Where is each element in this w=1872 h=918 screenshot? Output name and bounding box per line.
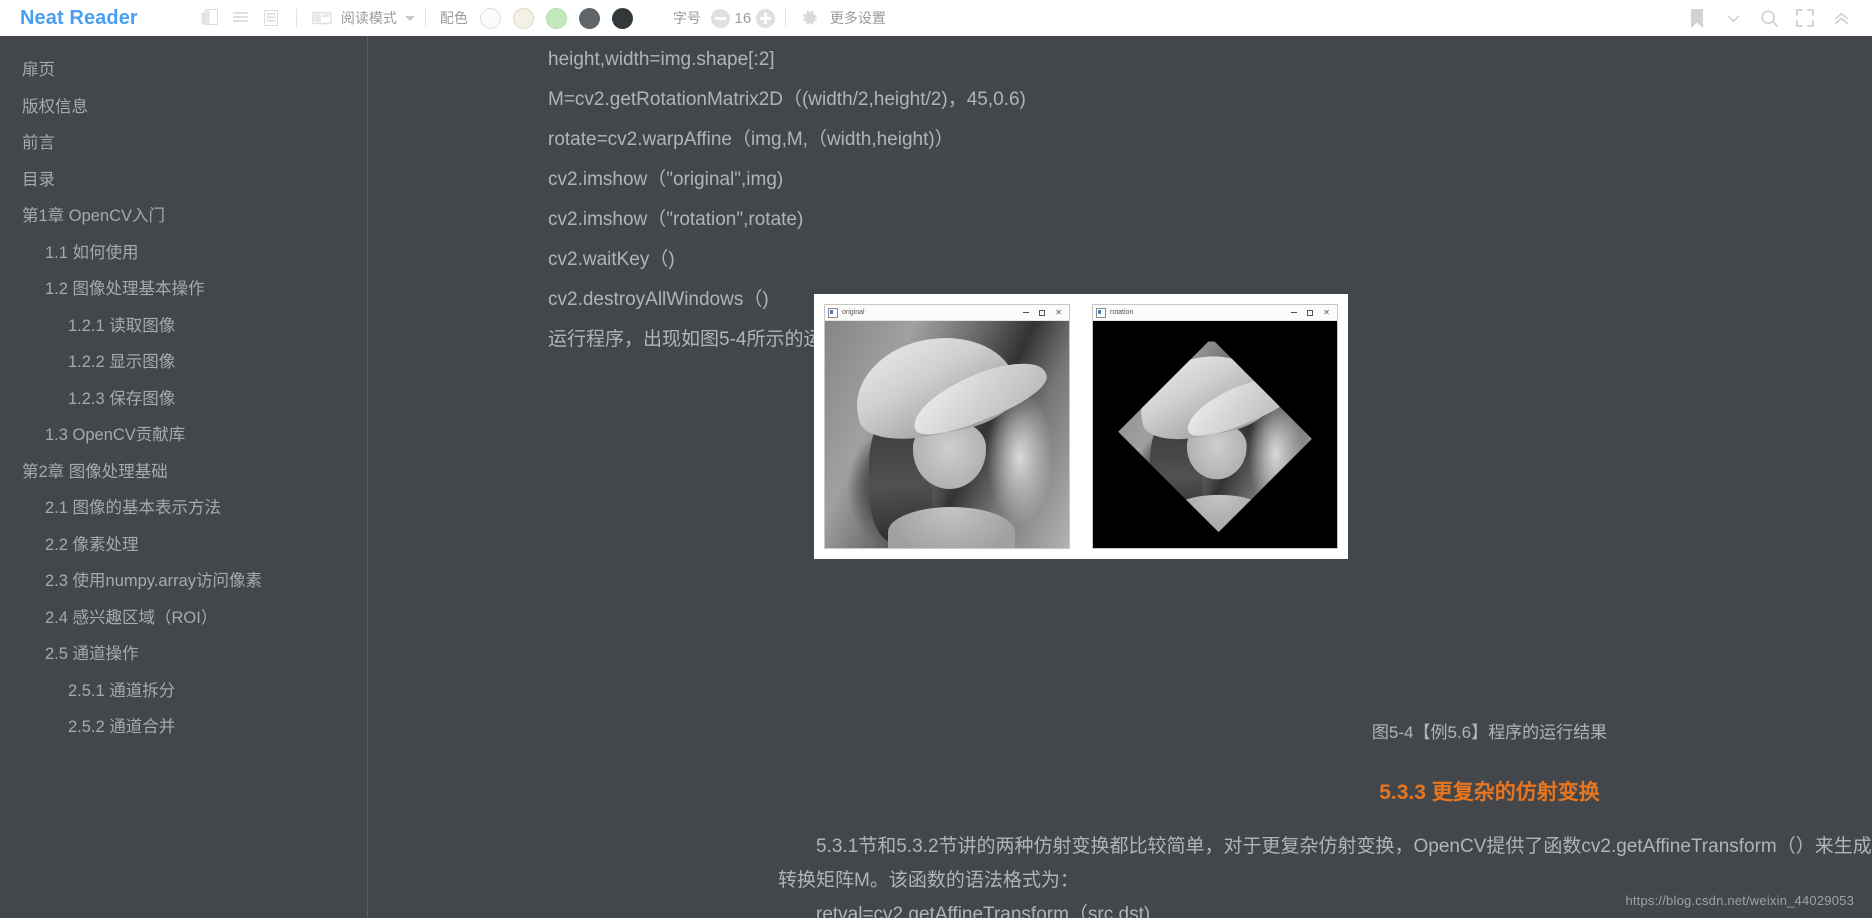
lena-shoulder [1166, 494, 1272, 532]
toc-item-9[interactable]: 1.2.3 保存图像 [0, 381, 367, 418]
toc-item-0[interactable]: 扉页 [0, 52, 367, 89]
toc-item-13[interactable]: 2.2 像素处理 [0, 527, 367, 564]
list-lines-icon[interactable] [226, 5, 256, 31]
opencv-window-original: original ✕ [824, 304, 1070, 549]
paragraph-1: 5.3.1节和5.3.2节讲的两种仿射变换都比较简单，对于更复杂仿射变换，Ope… [778, 836, 1872, 891]
lena-shoulder [888, 507, 1016, 548]
opencv-window-rotation: rotation ✕ [1092, 304, 1338, 549]
book-content-pane: height,width=img.shape[:2] M=cv2.getRota… [369, 36, 1872, 918]
swatch-theme-gray[interactable] [578, 7, 600, 29]
font-size-group: 字号 16 [669, 8, 775, 28]
section-heading: 5.3.3 更复杂的仿射变换 [1379, 781, 1600, 804]
more-settings-control[interactable]: 更多设置 [796, 5, 886, 31]
reading-mode-control[interactable]: 阅读模式 [307, 5, 415, 31]
toc-item-17[interactable]: 2.5.1 通道拆分 [0, 673, 367, 710]
code-line-0: height,width=img.shape[:2] [548, 49, 775, 70]
minimize-icon[interactable] [1023, 312, 1030, 313]
toc-item-2[interactable]: 前言 [0, 125, 367, 162]
swatch-theme-dark[interactable] [611, 7, 633, 29]
gear-icon[interactable] [796, 5, 826, 31]
reading-mode-label: 阅读模式 [340, 10, 397, 26]
color-scheme-group: 配色 [436, 7, 633, 29]
window-canvas-rotation [1093, 321, 1337, 548]
color-scheme-label: 配色 [439, 10, 468, 26]
book-stack-icon[interactable] [196, 5, 226, 31]
python-app-icon [828, 307, 838, 318]
toc-item-4[interactable]: 第1章 OpenCV入门 [0, 198, 367, 235]
chevron-down-icon[interactable] [404, 15, 415, 21]
search-icon[interactable] [1752, 4, 1786, 32]
view-mode-group [196, 5, 286, 31]
python-app-icon [1096, 307, 1106, 318]
split-layout-icon[interactable] [307, 5, 337, 31]
window-title-rotation: rotation [1110, 309, 1134, 316]
toolbar-divider-1 [295, 9, 297, 27]
figure-opencv-result: original ✕ rotation ✕ [814, 294, 1348, 559]
rotated-image [1118, 338, 1312, 532]
toc-item-7[interactable]: 1.2.1 读取图像 [0, 308, 367, 345]
code-line-4: cv2.imshow（"rotation",rotate) [548, 209, 804, 230]
toc-item-8[interactable]: 1.2.2 显示图像 [0, 344, 367, 381]
figure-caption: 图5-4【例5.6】程序的运行结果 [1371, 723, 1608, 742]
window-titlebar: original ✕ [825, 305, 1069, 321]
toc-item-18[interactable]: 2.5.2 通道合并 [0, 709, 367, 746]
rotated-image-inner [1118, 341, 1312, 532]
window-controls: ✕ [1291, 308, 1334, 317]
font-size-label: 字号 [672, 10, 701, 26]
neat-reader-window: Neat Reader 阅读模式 配色 字号 16 更多设置 扉页 版权信息 前… [0, 0, 1872, 918]
toc-item-16[interactable]: 2.5 通道操作 [0, 636, 367, 673]
toolbar-divider-3 [784, 9, 786, 27]
toolbar-divider-2 [424, 9, 426, 27]
toc-item-6[interactable]: 1.2 图像处理基本操作 [0, 271, 367, 308]
font-size-decrease-button[interactable] [710, 8, 730, 28]
code-line-2: rotate=cv2.warpAffine（img,M,（width,heigh… [548, 129, 954, 150]
close-icon[interactable]: ✕ [1055, 308, 1062, 317]
more-settings-label: 更多设置 [829, 10, 886, 26]
code-line-5: cv2.waitKey（) [548, 249, 675, 270]
font-size-value: 16 [734, 9, 752, 27]
top-toolbar: Neat Reader 阅读模式 配色 字号 16 更多设置 [0, 0, 1872, 36]
code-line-1: M=cv2.getRotationMatrix2D（(width/2,heigh… [548, 89, 1026, 110]
toolbar-right-icons [1680, 4, 1858, 32]
fullscreen-icon[interactable] [1788, 4, 1822, 32]
code-line-3: cv2.imshow（"original",img) [548, 169, 784, 190]
maximize-icon[interactable] [1307, 309, 1314, 316]
swatch-theme-green[interactable] [545, 7, 567, 29]
toc-item-10[interactable]: 1.3 OpenCV贡献库 [0, 417, 367, 454]
window-canvas-original [825, 321, 1069, 548]
window-title-original: original [842, 309, 865, 316]
minimize-icon[interactable] [1291, 312, 1298, 313]
swatch-theme-cream[interactable] [512, 7, 534, 29]
window-titlebar: rotation ✕ [1093, 305, 1337, 321]
toc-item-14[interactable]: 2.3 使用numpy.array访问像素 [0, 563, 367, 600]
maximize-icon[interactable] [1039, 309, 1046, 316]
toc-item-3[interactable]: 目录 [0, 162, 367, 199]
watermark: https://blog.csdn.net/weixin_44029053 [1625, 893, 1854, 908]
window-controls: ✕ [1023, 308, 1066, 317]
app-brand: Neat Reader [20, 6, 138, 29]
toc-item-11[interactable]: 第2章 图像处理基础 [0, 454, 367, 491]
collapse-up-icon[interactable] [1824, 4, 1858, 32]
toc-item-1[interactable]: 版权信息 [0, 89, 367, 126]
bookmark-icon[interactable] [1680, 4, 1714, 32]
chevron-down-icon[interactable] [1716, 4, 1750, 32]
toc-item-15[interactable]: 2.4 感兴趣区域（ROI） [0, 600, 367, 637]
toc-item-12[interactable]: 2.1 图像的基本表示方法 [0, 490, 367, 527]
close-icon[interactable]: ✕ [1323, 308, 1330, 317]
toc-item-5[interactable]: 1.1 如何使用 [0, 235, 367, 272]
swatch-theme-white[interactable] [479, 7, 501, 29]
table-of-contents-sidebar[interactable]: 扉页 版权信息 前言 目录 第1章 OpenCV入门 1.1 如何使用 1.2 … [0, 36, 368, 918]
single-page-icon[interactable] [256, 5, 286, 31]
font-size-increase-button[interactable] [755, 8, 775, 28]
